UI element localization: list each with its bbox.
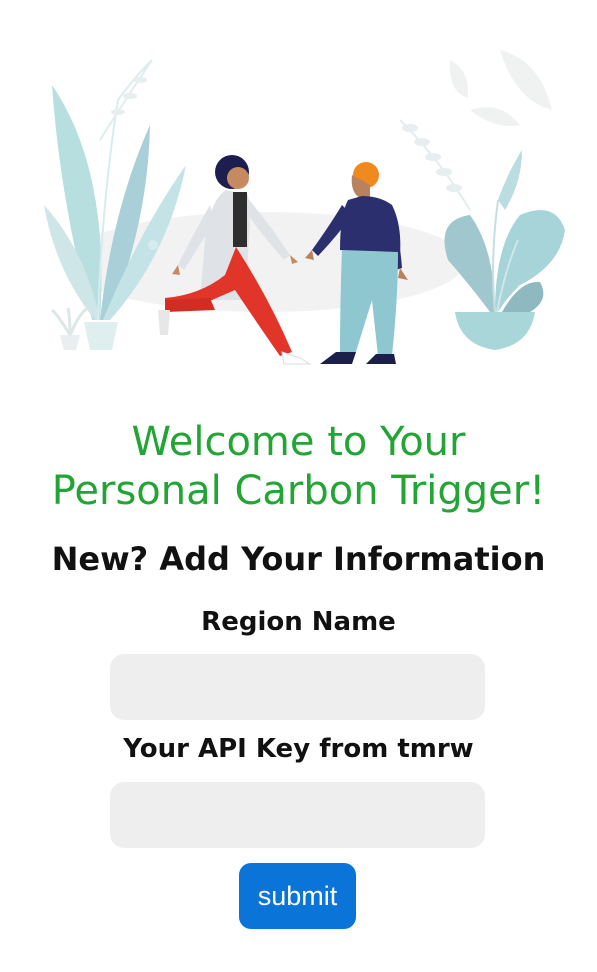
fern-sprig-icon xyxy=(99,59,471,211)
form-subtitle: New? Add Your Information xyxy=(51,540,546,578)
faint-leaves-icon xyxy=(449,50,552,126)
submit-button[interactable]: submit xyxy=(239,863,356,929)
people-greeting-illustration xyxy=(44,50,565,365)
welcome-title-line2: Personal Carbon Trigger! xyxy=(51,468,546,514)
welcome-title: Welcome to Your Personal Carbon Trigger! xyxy=(0,418,597,516)
left-plant-icon xyxy=(44,59,186,350)
right-plant-icon xyxy=(444,150,565,350)
region-name-input[interactable] xyxy=(110,654,485,720)
api-key-label: Your API Key from tmrw xyxy=(123,734,474,764)
small-plant-icon xyxy=(50,306,89,350)
region-name-label: Region Name xyxy=(201,607,396,637)
page: Welcome to Your Personal Carbon Trigger!… xyxy=(0,0,597,972)
api-key-input[interactable] xyxy=(110,782,485,848)
welcome-title-line1: Welcome to Your xyxy=(131,419,466,465)
